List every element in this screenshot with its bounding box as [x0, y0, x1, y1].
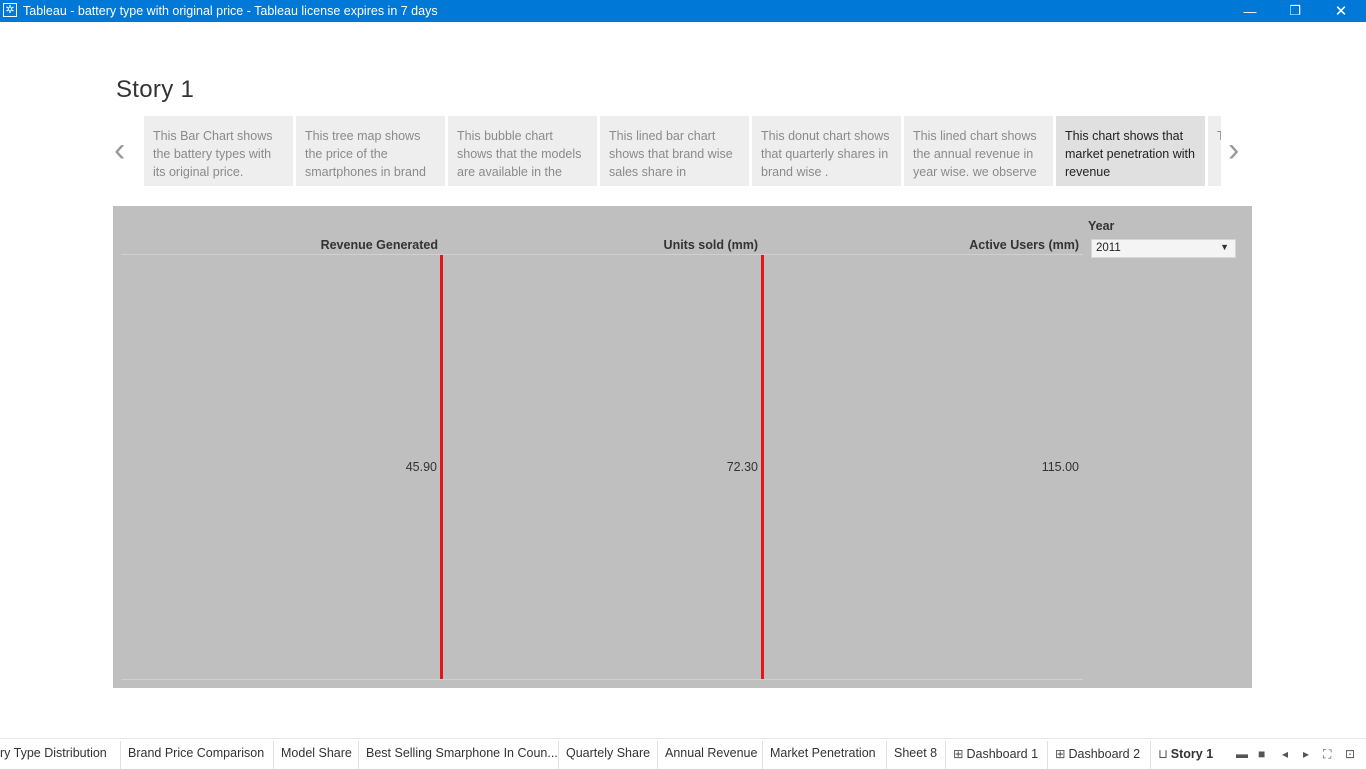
- column-header-units: Units sold (mm): [663, 238, 758, 252]
- story-point[interactable]: This tree map shows the price of the sma…: [296, 116, 445, 186]
- column-header-users: Active Users (mm): [969, 238, 1079, 252]
- tab-divider: [558, 741, 559, 769]
- divider: [121, 679, 1083, 680]
- presentation-icon[interactable]: ⊡: [1345, 747, 1355, 761]
- close-button[interactable]: ✕: [1318, 0, 1364, 22]
- tab-divider: [886, 741, 887, 769]
- tab-label: Dashboard 1: [966, 747, 1039, 761]
- revenue-value[interactable]: 45.90: [406, 460, 437, 474]
- units-value[interactable]: 72.30: [727, 460, 758, 474]
- column-header-revenue: Revenue Generated: [320, 238, 438, 252]
- year-filter-value: 2011: [1096, 242, 1121, 254]
- tab-divider: [945, 741, 946, 769]
- year-filter-dropdown[interactable]: 2011 ▼: [1091, 239, 1236, 258]
- story-icon: ⊔: [1158, 747, 1168, 761]
- year-filter-label: Year: [1088, 219, 1115, 233]
- story-point[interactable]: This donut chart shows that quarterly sh…: [752, 116, 901, 186]
- caret-down-icon: ▼: [1220, 242, 1229, 252]
- tab-best-selling-smartphone[interactable]: Best Selling Smarphone In Coun...: [366, 746, 558, 760]
- story-point[interactable]: This Bar Chart shows the battery types w…: [144, 116, 293, 186]
- tab-annual-revenue[interactable]: Annual Revenue: [665, 746, 757, 760]
- story-point[interactable]: This lined bar chart shows that brand wi…: [600, 116, 749, 186]
- story-point-active[interactable]: This chart shows that market penetration…: [1056, 116, 1205, 186]
- title-bar: ✲ Tableau - battery type with original p…: [0, 0, 1366, 22]
- chevron-left-icon[interactable]: ‹: [114, 133, 125, 167]
- tableau-icon: ✲: [3, 3, 17, 17]
- tab-divider: [1150, 741, 1151, 769]
- restore-button[interactable]: ❐: [1272, 0, 1318, 22]
- reference-line[interactable]: [761, 255, 764, 679]
- tab-brand-price-comparison[interactable]: Brand Price Comparison: [128, 746, 264, 760]
- tab-dashboard-2[interactable]: ⊞ Dashboard 2: [1055, 746, 1140, 761]
- dashboard-icon: ⊞: [1055, 747, 1066, 761]
- minimize-button[interactable]: —: [1227, 0, 1273, 22]
- tab-label: Story 1: [1170, 747, 1214, 761]
- tab-model-share[interactable]: Model Share: [281, 746, 352, 760]
- tab-quartely-share[interactable]: Quartely Share: [566, 746, 650, 760]
- sheet-sorter-icon[interactable]: ■: [1258, 747, 1265, 761]
- tab-sheet-8[interactable]: Sheet 8: [894, 746, 937, 760]
- dashboard-view: Revenue Generated Units sold (mm) Active…: [113, 206, 1252, 688]
- users-value[interactable]: 115.00: [1042, 460, 1079, 474]
- next-sheet-icon[interactable]: ▸: [1303, 747, 1309, 761]
- fullscreen-icon[interactable]: ⛶: [1323, 747, 1331, 762]
- tab-divider: [762, 741, 763, 769]
- tab-label: Dashboard 2: [1068, 747, 1141, 761]
- sheet-tab-bar: ry Type Distribution Brand Price Compari…: [0, 738, 1366, 769]
- tab-divider: [657, 741, 658, 769]
- story-title: Story 1: [116, 76, 195, 103]
- story-point[interactable]: This bubble chart shows that the models …: [448, 116, 597, 186]
- tab-divider: [273, 741, 274, 769]
- tab-divider: [1047, 741, 1048, 769]
- tab-divider: [120, 741, 121, 769]
- tab-battery-type-distribution[interactable]: ry Type Distribution: [0, 746, 107, 760]
- divider: [121, 254, 1083, 255]
- chevron-right-icon[interactable]: ›: [1228, 133, 1239, 167]
- filmstrip-icon[interactable]: ▬: [1236, 747, 1248, 761]
- story-point[interactable]: This lined chart shows the annual revenu…: [904, 116, 1053, 186]
- tab-story-1[interactable]: ⊔ Story 1: [1158, 746, 1213, 761]
- reference-line[interactable]: [440, 255, 443, 679]
- story-point[interactable]: T p i: [1208, 116, 1221, 186]
- tab-dashboard-1[interactable]: ⊞ Dashboard 1: [953, 746, 1038, 761]
- prev-sheet-icon[interactable]: ◂: [1282, 747, 1288, 761]
- window-title: Tableau - battery type with original pri…: [23, 4, 438, 18]
- story-points: This Bar Chart shows the battery types w…: [144, 116, 1221, 186]
- tab-market-penetration[interactable]: Market Penetration: [770, 746, 876, 760]
- dashboard-icon: ⊞: [953, 747, 964, 761]
- tab-divider: [358, 741, 359, 769]
